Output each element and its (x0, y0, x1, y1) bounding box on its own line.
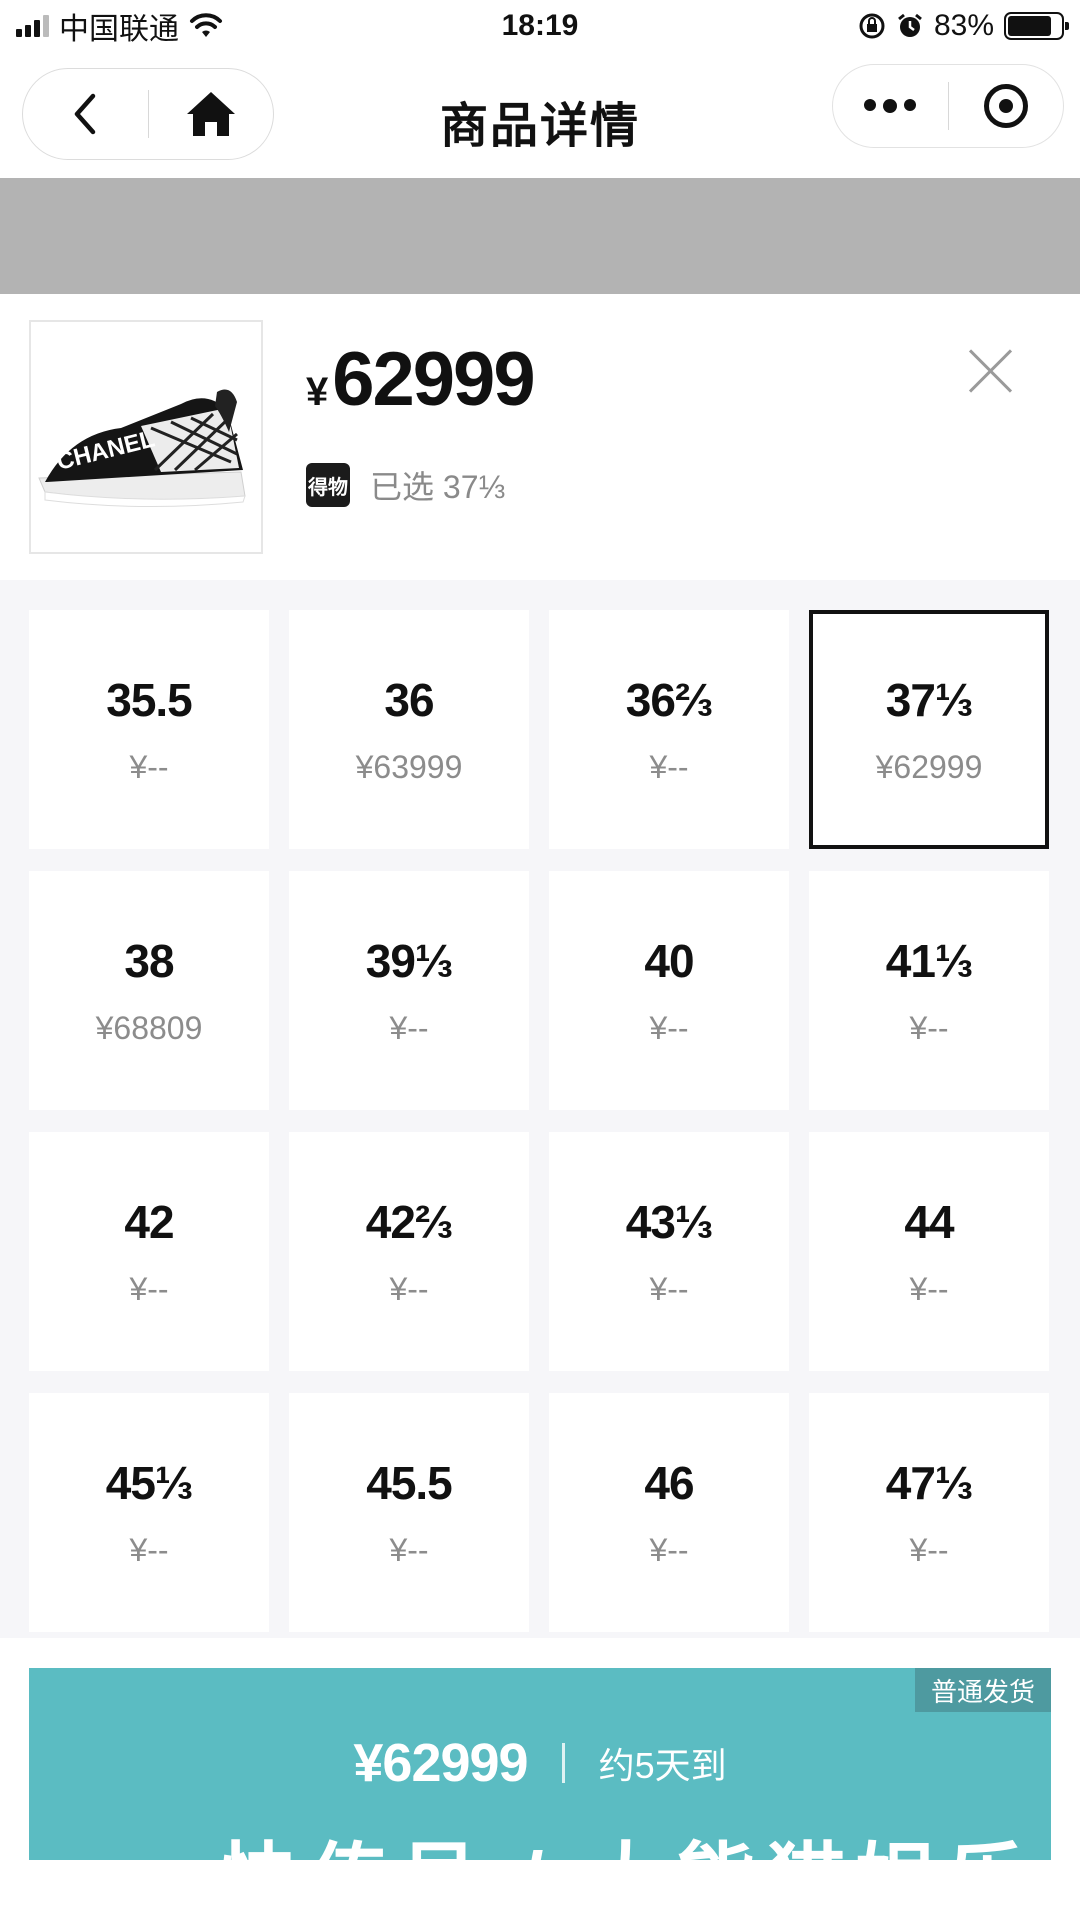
size-price: ¥-- (129, 749, 169, 785)
size-label: 44 (904, 1196, 954, 1248)
delivery-eta: 约5天到 (598, 1745, 727, 1786)
size-option[interactable]: 37⅓ ¥62999 (809, 610, 1049, 849)
size-price: ¥-- (389, 1010, 429, 1046)
alarm-icon (898, 13, 922, 37)
overlay-band (0, 178, 1080, 294)
size-price: ¥-- (389, 1532, 429, 1568)
current-price: ¥ 62999 (306, 336, 536, 423)
size-price: ¥-- (649, 749, 689, 785)
size-label: 39⅓ (365, 935, 454, 987)
more-button[interactable] (833, 65, 948, 147)
size-label: 35.5 (106, 674, 193, 726)
sneaker-image: CHANEL (38, 389, 246, 508)
signal-icon (16, 15, 49, 37)
size-price: ¥-- (649, 1532, 689, 1568)
size-option[interactable]: 46 ¥-- (549, 1393, 789, 1632)
size-label: 40 (644, 935, 694, 987)
size-option[interactable]: 43⅓ ¥-- (549, 1132, 789, 1371)
size-price: ¥-- (909, 1271, 949, 1307)
size-price: ¥-- (129, 1271, 169, 1307)
wifi-icon (190, 13, 222, 37)
size-option[interactable]: 44 ¥-- (809, 1132, 1049, 1371)
size-option[interactable]: 45⅓ ¥-- (29, 1393, 269, 1632)
status-right: 83% (858, 9, 1069, 43)
battery-percent: 83% (933, 9, 994, 42)
close-miniprogram-button[interactable] (949, 65, 1064, 147)
size-price: ¥-- (909, 1532, 949, 1568)
delivery-info: ¥62999 约5天到 (29, 1732, 1051, 1794)
more-dots-icon (864, 99, 917, 113)
product-thumbnail: CHANEL (29, 320, 263, 554)
delivery-type-tag: 普通发货 (914, 1668, 1051, 1712)
size-option[interactable]: 45.5 ¥-- (289, 1393, 529, 1632)
selected-size-row: 得物 已选 37⅓ (306, 462, 505, 508)
size-option[interactable]: 42 ¥-- (29, 1132, 269, 1371)
size-grid: 35.5 ¥-- 36 ¥63999 36⅔ ¥-- 37⅓ ¥62999 38 ¥68809 39… (29, 610, 1051, 1632)
size-label: 45⅓ (105, 1457, 194, 1509)
size-label: 43⅓ (625, 1196, 714, 1248)
battery-fill (1008, 16, 1052, 36)
bottom-spacer (0, 1860, 1080, 1920)
carrier-name: 中国联通 (59, 13, 179, 46)
product-summary: CHANEL ¥ 62999 得物 已选 37⅓ (0, 294, 1080, 580)
size-label: 42 (124, 1196, 174, 1248)
size-option[interactable]: 42⅔ ¥-- (289, 1132, 529, 1371)
status-left: 中国联通 (16, 4, 223, 48)
target-icon (983, 84, 1028, 128)
size-label: 36⅔ (625, 674, 714, 726)
size-label: 42⅔ (365, 1196, 454, 1248)
size-option[interactable]: 47⅓ ¥-- (809, 1393, 1049, 1632)
size-price: ¥63999 (355, 749, 463, 785)
size-label: 37⅓ (885, 674, 974, 726)
size-option[interactable]: 40 ¥-- (549, 871, 789, 1110)
size-option[interactable]: 36 ¥63999 (289, 610, 529, 849)
size-price: ¥-- (649, 1271, 689, 1307)
size-label: 41⅓ (885, 935, 974, 987)
size-selector: 35.5 ¥-- 36 ¥63999 36⅔ ¥-- 37⅓ ¥62999 38 ¥68809 39… (0, 580, 1080, 1638)
status-bar: 中国联通 18:19 83% (0, 0, 1080, 52)
size-option[interactable]: 35.5 ¥-- (29, 610, 269, 849)
size-label: 46 (644, 1457, 694, 1509)
currency-symbol: ¥ (306, 370, 329, 414)
price-value: 62999 (332, 337, 535, 422)
size-label: 47⅓ (885, 1457, 974, 1509)
size-option[interactable]: 38 ¥68809 (29, 871, 269, 1110)
selected-size-text: 已选 37⅓ (370, 469, 506, 505)
size-price: ¥-- (649, 1010, 689, 1046)
size-option[interactable]: 39⅓ ¥-- (289, 871, 529, 1110)
size-price: ¥-- (389, 1271, 429, 1307)
size-label: 45.5 (366, 1457, 453, 1509)
navigation-bar: 商品详情 (0, 58, 1080, 170)
size-option[interactable]: 36⅔ ¥-- (549, 610, 789, 849)
size-label: 38 (124, 935, 174, 987)
orientation-lock-icon (859, 13, 885, 39)
delivery-option-card[interactable]: 普通发货 ¥62999 约5天到 快传号 / 大熊猫娱乐 (29, 1668, 1051, 1868)
size-option[interactable]: 41⅓ ¥-- (809, 871, 1049, 1110)
size-price: ¥62999 (875, 749, 983, 785)
size-price: ¥68809 (95, 1010, 203, 1046)
nav-capsule-right (832, 64, 1064, 148)
brand-logo-icon: 得物 (306, 463, 350, 507)
size-label: 36 (384, 674, 434, 726)
delivery-price: ¥62999 (353, 1733, 528, 1793)
size-price: ¥-- (129, 1532, 169, 1568)
battery-icon (1004, 12, 1069, 40)
close-button[interactable] (968, 348, 1014, 394)
size-price: ¥-- (909, 1010, 949, 1046)
delivery-separator (561, 1743, 565, 1783)
